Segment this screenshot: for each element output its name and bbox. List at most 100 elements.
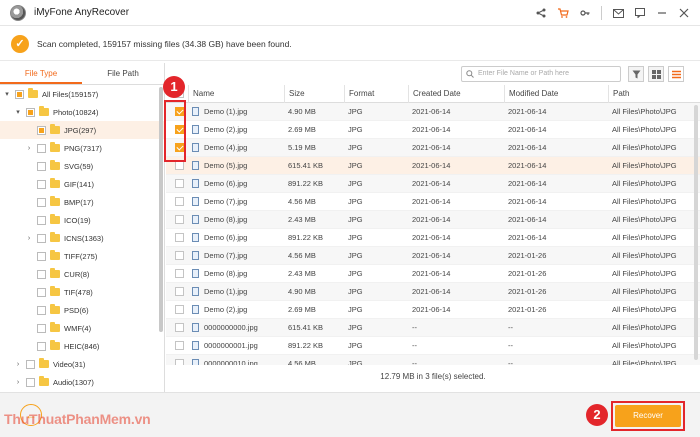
column-header-format[interactable]: Format (344, 85, 408, 103)
row-checkbox-cell[interactable] (166, 215, 188, 224)
table-scrollbar[interactable] (694, 105, 698, 360)
table-row[interactable]: Demo (4).jpg 5.19 MB JPG 2021-06-14 2021-06-… (166, 139, 700, 157)
tree-item[interactable]: › Audio(1307) (0, 373, 164, 391)
tree-item[interactable]: ▾ All Files(159157) (0, 85, 164, 103)
table-row[interactable]: Demo (7).jpg 4.56 MB JPG 2021-06-14 2021-06-… (166, 193, 700, 211)
table-row[interactable]: Demo (8).jpg 2.43 MB JPG 2021-06-14 2021-01-… (166, 265, 700, 283)
table-row[interactable]: Demo (1).jpg 4.90 MB JPG 2021-06-14 2021-06-… (166, 103, 700, 121)
tree-item-checkbox[interactable] (37, 125, 46, 135)
row-checkbox[interactable] (174, 323, 184, 332)
row-checkbox-cell[interactable] (166, 287, 188, 296)
row-checkbox[interactable] (174, 341, 184, 350)
row-checkbox-cell[interactable] (166, 197, 188, 206)
tree-item-checkbox[interactable] (37, 215, 46, 225)
tree-item-checkbox[interactable] (37, 161, 46, 171)
feedback-icon[interactable] (630, 4, 650, 22)
tree-item[interactable]: › ICNS(1363) (0, 229, 164, 247)
tab-file-path[interactable]: File Path (82, 63, 164, 84)
tree-item-checkbox[interactable] (26, 377, 35, 387)
mail-icon[interactable] (608, 4, 628, 22)
row-checkbox-cell[interactable] (166, 161, 188, 170)
column-header-created-date[interactable]: Created Date (408, 85, 504, 103)
row-checkbox-cell[interactable] (166, 251, 188, 260)
cart-icon[interactable] (553, 4, 573, 22)
expand-chevron-icon[interactable]: › (25, 235, 33, 242)
tree-item[interactable]: JPG(297) (0, 121, 164, 139)
table-row[interactable]: Demo (5).jpg 615.41 KB JPG 2021-06-14 2021-0… (166, 157, 700, 175)
tree-item-checkbox[interactable] (37, 233, 46, 243)
tree-item-checkbox[interactable] (37, 269, 46, 279)
grid-view-button[interactable] (648, 66, 664, 82)
row-checkbox-cell[interactable] (166, 323, 188, 332)
row-checkbox[interactable] (174, 359, 184, 365)
table-row[interactable]: Demo (2).jpg 2.69 MB JPG 2021-06-14 2021-06-… (166, 121, 700, 139)
filter-button[interactable] (628, 66, 644, 82)
row-checkbox[interactable] (174, 287, 184, 296)
tree-item[interactable]: PSD(6) (0, 301, 164, 319)
tree-item-checkbox[interactable] (37, 197, 46, 207)
column-header-modified-date[interactable]: Modified Date (504, 85, 608, 103)
tree-item[interactable]: TIF(478) (0, 283, 164, 301)
table-row[interactable]: 0000000010.jpg 4.56 MB JPG -- -- All Files\Ph… (166, 355, 700, 365)
tree-item-checkbox[interactable] (26, 107, 35, 117)
tree-item[interactable]: HEIC(846) (0, 337, 164, 355)
search-input[interactable]: Enter File Name or Path here (461, 66, 621, 82)
row-checkbox[interactable] (174, 215, 184, 224)
tree-item-checkbox[interactable] (37, 323, 46, 333)
tree-item[interactable]: WMF(4) (0, 319, 164, 337)
tree-item-checkbox[interactable] (37, 341, 46, 351)
table-row[interactable]: Demo (7).jpg 4.56 MB JPG 2021-06-14 2021-01-… (166, 247, 700, 265)
expand-chevron-icon[interactable]: ▾ (3, 90, 11, 98)
column-header-path[interactable]: Path (608, 85, 700, 103)
tree-item-checkbox[interactable] (26, 359, 35, 369)
tree-item[interactable]: › Video(31) (0, 355, 164, 373)
tree-item-checkbox[interactable] (37, 251, 46, 261)
table-row[interactable]: Demo (1).jpg 4.90 MB JPG 2021-06-14 2021-01-… (166, 283, 700, 301)
tree-item[interactable]: ICO(19) (0, 211, 164, 229)
row-checkbox[interactable] (174, 269, 184, 278)
expand-chevron-icon[interactable]: › (25, 145, 33, 152)
row-checkbox[interactable] (174, 305, 184, 314)
column-header-name[interactable]: Name (188, 85, 284, 103)
tree-item[interactable]: › PNG(7317) (0, 139, 164, 157)
row-checkbox-cell[interactable] (166, 233, 188, 242)
tree-item[interactable]: CUR(8) (0, 265, 164, 283)
expand-chevron-icon[interactable]: ▾ (14, 108, 22, 116)
row-checkbox-cell[interactable] (166, 341, 188, 350)
table-row[interactable]: 0000000001.jpg 891.22 KB JPG -- -- All Files\… (166, 337, 700, 355)
share-icon[interactable] (531, 4, 551, 22)
row-checkbox-cell[interactable] (166, 305, 188, 314)
row-checkbox-cell[interactable] (166, 359, 188, 365)
row-checkbox[interactable] (174, 179, 184, 188)
table-row[interactable]: Demo (8).jpg 2.43 MB JPG 2021-06-14 2021-06-… (166, 211, 700, 229)
row-checkbox[interactable] (174, 233, 184, 242)
tree-item[interactable]: ▾ Photo(10824) (0, 103, 164, 121)
tree-item[interactable]: SVG(59) (0, 157, 164, 175)
expand-chevron-icon[interactable]: › (14, 361, 22, 368)
column-header-size[interactable]: Size (284, 85, 344, 103)
tree-item[interactable]: TIFF(275) (0, 247, 164, 265)
tree-item[interactable]: BMP(17) (0, 193, 164, 211)
table-row[interactable]: Demo (6).jpg 891.22 KB JPG 2021-06-14 2021-0… (166, 175, 700, 193)
list-view-button[interactable] (668, 66, 684, 82)
row-checkbox[interactable] (174, 197, 184, 206)
tree-item-checkbox[interactable] (37, 287, 46, 297)
tree-scrollbar[interactable] (159, 87, 163, 332)
close-icon[interactable] (674, 4, 694, 22)
row-checkbox-cell[interactable] (166, 179, 188, 188)
tree-item-checkbox[interactable] (37, 143, 46, 153)
table-row[interactable]: Demo (6).jpg 891.22 KB JPG 2021-06-14 2021-0… (166, 229, 700, 247)
row-checkbox[interactable] (174, 161, 184, 170)
expand-chevron-icon[interactable]: › (14, 379, 22, 386)
tree-item-checkbox[interactable] (37, 179, 46, 189)
minimize-icon[interactable] (652, 4, 672, 22)
key-icon[interactable] (575, 4, 595, 22)
table-row[interactable]: 0000000000.jpg 615.41 KB JPG -- -- All Files\… (166, 319, 700, 337)
row-checkbox[interactable] (174, 251, 184, 260)
tree-item-checkbox[interactable] (37, 305, 46, 315)
table-row[interactable]: Demo (2).jpg 2.69 MB JPG 2021-06-14 2021-01-… (166, 301, 700, 319)
row-checkbox-cell[interactable] (166, 269, 188, 278)
tree-item-checkbox[interactable] (15, 89, 24, 99)
tab-file-type[interactable]: File Type (0, 63, 82, 84)
tree-item[interactable]: GIF(141) (0, 175, 164, 193)
